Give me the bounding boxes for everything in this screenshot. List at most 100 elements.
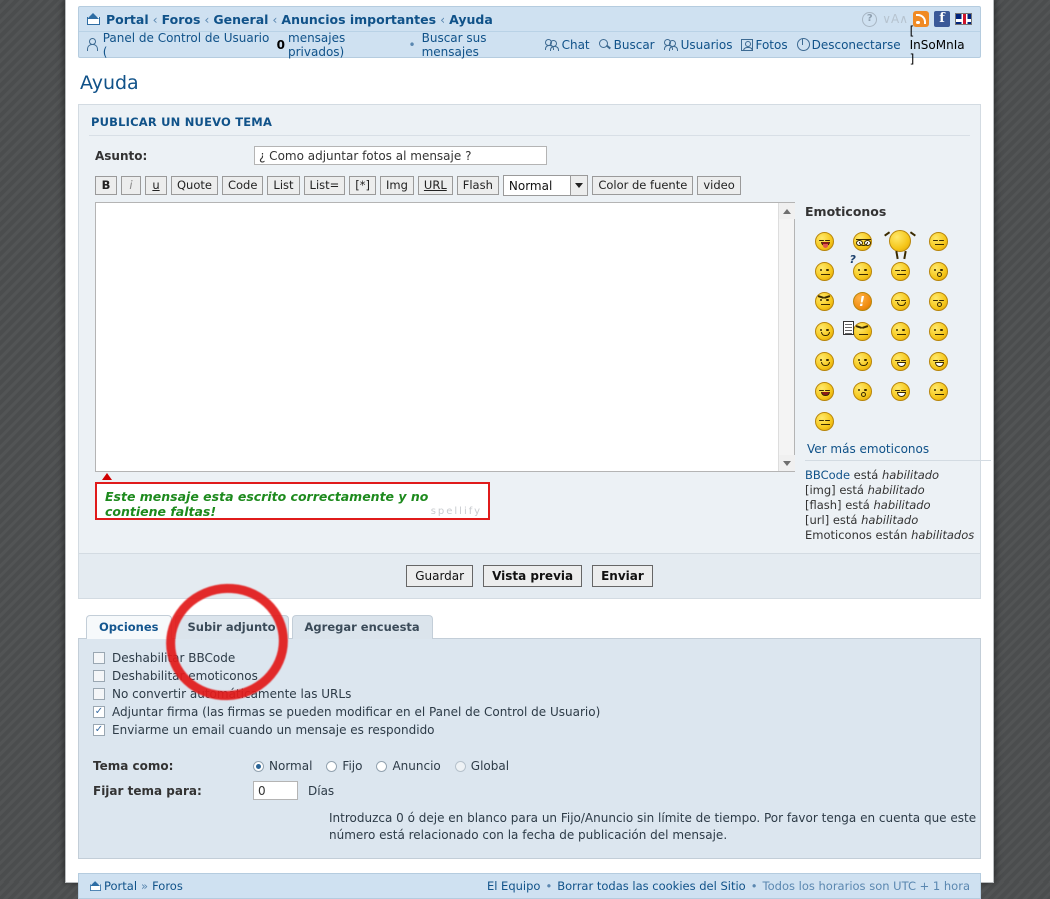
- video-button[interactable]: video: [697, 176, 741, 195]
- members-link[interactable]: Usuarios: [663, 38, 732, 52]
- emoticon-dizzy[interactable]: [919, 316, 957, 346]
- checkbox-disable-smilies[interactable]: [93, 670, 105, 682]
- emoticon-angry[interactable]: [805, 286, 843, 316]
- emoticon-happy[interactable]: [881, 286, 919, 316]
- save-button[interactable]: Guardar: [406, 565, 474, 587]
- footer-foros-link[interactable]: Foros: [152, 879, 183, 893]
- search-own-posts-link[interactable]: Buscar sus mensajes: [422, 31, 545, 59]
- checkbox-no-auto-urls[interactable]: [93, 688, 105, 700]
- search-icon: [598, 38, 612, 51]
- emoticon-thumbsup[interactable]: [881, 376, 919, 406]
- tab-agregar-encuesta[interactable]: Agregar encuesta: [291, 615, 433, 639]
- breadcrumb-portal[interactable]: Portal: [106, 12, 149, 27]
- emoticon-question[interactable]: ?: [843, 253, 881, 286]
- emoticon-sleepy[interactable]: [919, 226, 957, 256]
- submit-button-row: Guardar Vista previa Enviar: [78, 554, 981, 599]
- scroll-down-icon[interactable]: [779, 455, 795, 471]
- list-button[interactable]: List: [267, 176, 300, 195]
- spellcheck-pointer-icon: [102, 473, 112, 480]
- url-button[interactable]: URL: [417, 176, 453, 195]
- spellcheck-result: Este mensaje esta escrito correctamente …: [95, 482, 490, 520]
- people-icon: [544, 38, 560, 51]
- radio-fijo[interactable]: Fijo: [326, 759, 362, 773]
- emoticon-laugh[interactable]: [805, 376, 843, 406]
- breadcrumb-foros[interactable]: Foros: [162, 12, 201, 27]
- italic-button[interactable]: i: [121, 176, 141, 195]
- url-code: [url]: [805, 513, 830, 527]
- checkbox-notify-reply[interactable]: ✓: [93, 724, 105, 736]
- smilies-code: Emoticonos: [805, 528, 872, 542]
- emoticon-surprised[interactable]: [919, 256, 957, 286]
- page-title: Ayuda: [80, 72, 139, 94]
- font-size-value: Normal: [508, 179, 553, 193]
- bold-button[interactable]: B: [95, 176, 117, 195]
- radio-normal[interactable]: Normal: [253, 759, 312, 773]
- more-emoticons-link[interactable]: Ver más emoticonos: [807, 442, 991, 456]
- breadcrumb: Portal ‹ Foros ‹ General ‹ Anuncios impo…: [87, 12, 493, 27]
- flash-button[interactable]: Flash: [456, 176, 499, 195]
- breadcrumb-general[interactable]: General: [213, 12, 268, 27]
- checkbox-attach-signature[interactable]: ✓: [93, 706, 105, 718]
- textarea-scrollbar[interactable]: [778, 203, 795, 471]
- emoticon-neutral[interactable]: [805, 406, 843, 436]
- radio-anuncio[interactable]: Anuncio: [376, 759, 441, 773]
- bbcode-link[interactable]: BBCode: [805, 468, 850, 482]
- emoticon-exclamation[interactable]: !: [843, 286, 881, 316]
- emoticon-crosseyed[interactable]: [805, 346, 843, 376]
- topic-type-row: Tema como: Normal Fijo Anuncio Global: [79, 757, 980, 779]
- emoticon-shocked[interactable]: [843, 376, 881, 406]
- image-button[interactable]: Img: [380, 176, 414, 195]
- font-size-select[interactable]: Normal: [502, 175, 589, 196]
- tab-opciones[interactable]: Opciones: [86, 615, 172, 639]
- list-item-button[interactable]: [*]: [349, 176, 377, 195]
- logout-link[interactable]: Desconectarse: [796, 38, 901, 52]
- font-color-button[interactable]: Color de fuente: [592, 176, 694, 195]
- list-ordered-button[interactable]: List=: [303, 176, 346, 195]
- footer-team-link[interactable]: El Equipo: [487, 879, 541, 893]
- breadcrumb-anuncios[interactable]: Anuncios importantes: [281, 12, 436, 27]
- people-icon: [663, 38, 679, 51]
- scroll-up-icon[interactable]: [779, 203, 795, 219]
- code-button[interactable]: Code: [221, 176, 264, 195]
- emoticon-cool[interactable]: [843, 226, 881, 256]
- emoticon-smirk[interactable]: [881, 256, 919, 286]
- post-form-panel: PUBLICAR UN NUEVO TEMA Asunto: B i u Quo…: [78, 104, 991, 554]
- breadcrumb-separator: ‹: [152, 11, 158, 27]
- preview-button[interactable]: Vista previa: [483, 565, 583, 587]
- stick-days-input[interactable]: [253, 781, 298, 800]
- radio-global[interactable]: Global: [454, 759, 509, 773]
- emoticon-wave[interactable]: [805, 316, 843, 346]
- emoticon-biggrin[interactable]: [919, 346, 957, 376]
- message-textarea[interactable]: [95, 202, 795, 480]
- option-row: No convertir automáticamente las URLs: [79, 685, 980, 703]
- checkbox-label: No convertir automáticamente las URLs: [112, 687, 352, 701]
- url-status-line: [url] está habilitado: [805, 513, 991, 528]
- emoticon-think[interactable]: [919, 376, 957, 406]
- emoticon-grin[interactable]: [881, 346, 919, 376]
- radio-global-indicator: [454, 760, 466, 772]
- emoticon-kiss[interactable]: [919, 286, 957, 316]
- underline-button[interactable]: u: [145, 176, 167, 195]
- emoticon-writing[interactable]: [842, 316, 881, 346]
- chat-link[interactable]: Chat: [544, 38, 590, 52]
- ucp-link[interactable]: Panel de Control de Usuario (: [103, 31, 274, 59]
- emoticon-dance[interactable]: [881, 226, 919, 256]
- home-icon: [90, 881, 101, 891]
- tab-subir-adjunto[interactable]: Subir adjunto: [174, 615, 289, 639]
- radio-fijo-label: Fijo: [342, 759, 363, 773]
- checkbox-disable-bbcode[interactable]: [93, 652, 105, 664]
- quote-button[interactable]: Quote: [171, 176, 218, 195]
- photos-link[interactable]: Fotos: [741, 38, 788, 52]
- emoticon-smile[interactable]: [843, 346, 881, 376]
- emoticon-rolleyes[interactable]: [805, 256, 843, 286]
- search-link[interactable]: Buscar: [598, 38, 655, 52]
- footer-timezone: Todos los horarios son UTC + 1 hora: [762, 879, 970, 893]
- breadcrumb-ayuda[interactable]: Ayuda: [449, 12, 493, 27]
- emoticon-tongue[interactable]: [805, 226, 843, 256]
- subject-input[interactable]: [254, 146, 547, 165]
- chevron-down-icon: [570, 176, 588, 195]
- emoticon-sleeping[interactable]: [881, 316, 919, 346]
- footer-portal-link[interactable]: Portal: [104, 879, 137, 893]
- submit-button[interactable]: Enviar: [592, 565, 653, 587]
- footer-delete-cookies-link[interactable]: Borrar todas las cookies del Sitio: [557, 879, 745, 893]
